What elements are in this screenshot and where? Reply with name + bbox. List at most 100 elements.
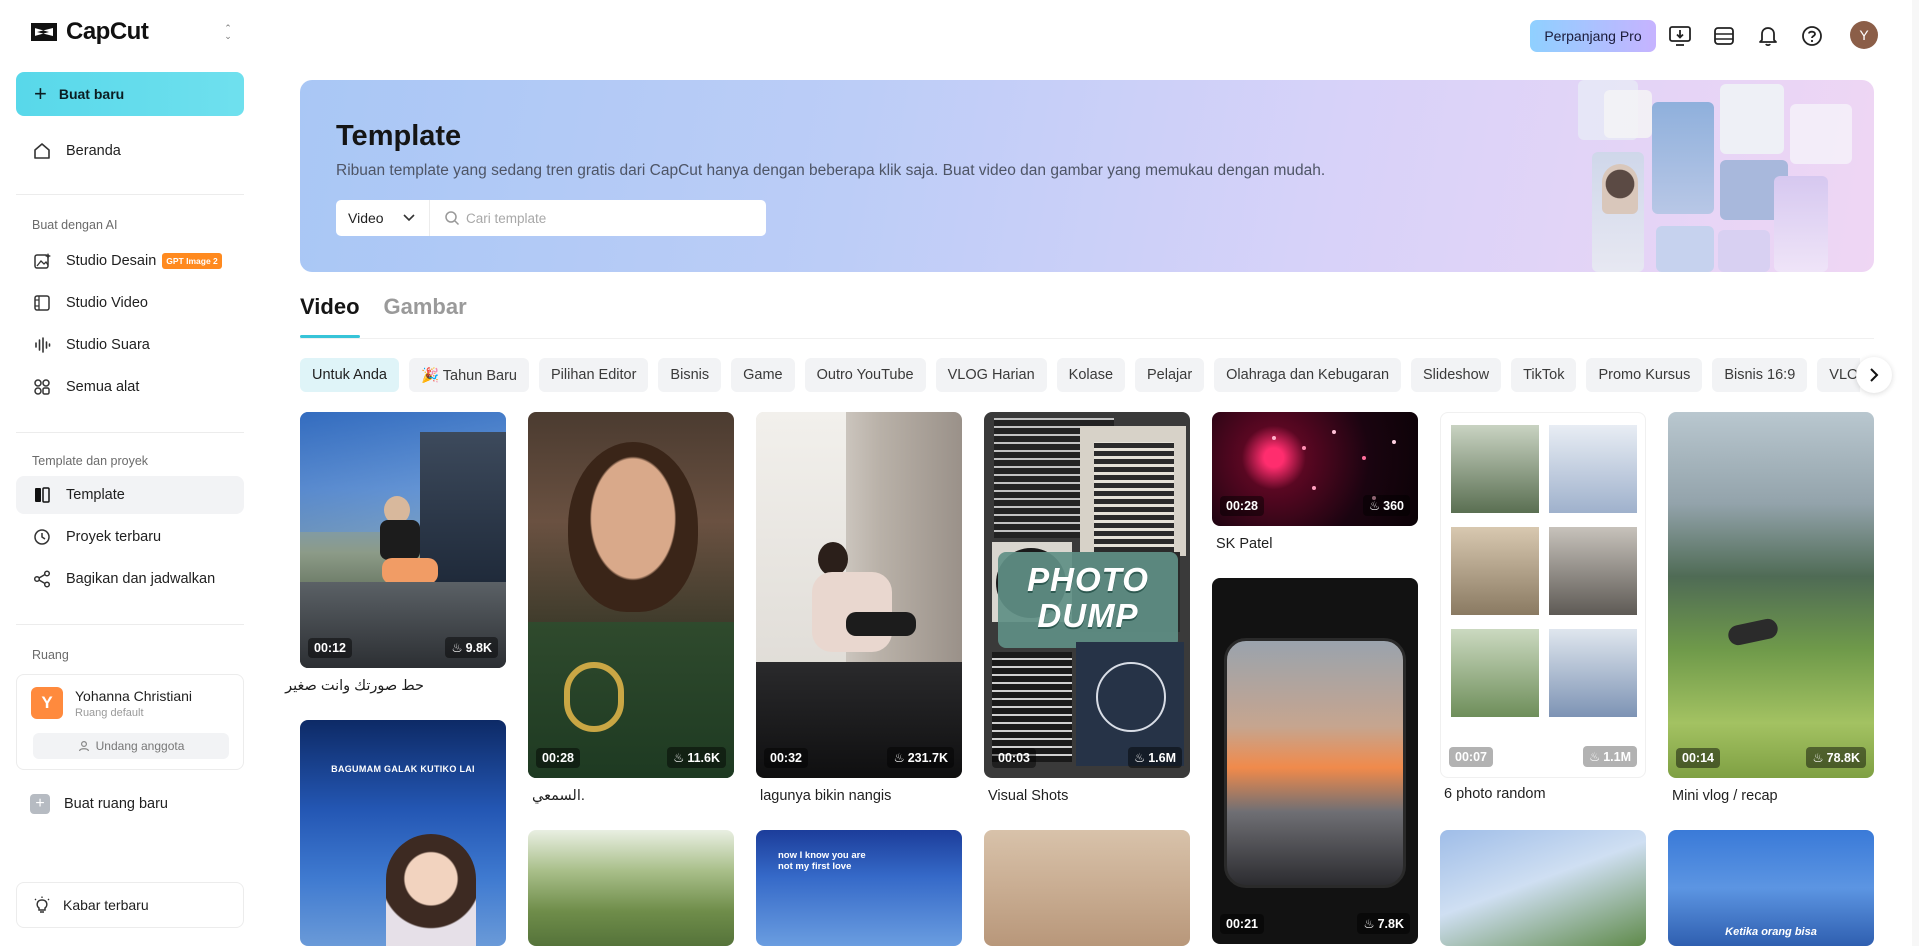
- storage-icon[interactable]: [1710, 22, 1738, 50]
- chip-youtube-outro[interactable]: Outro YouTube: [804, 358, 926, 392]
- template-card[interactable]: Ketika orang bisa: [1668, 830, 1874, 946]
- sidebar-item-audio-studio[interactable]: Studio Suara: [16, 326, 244, 364]
- sidebar: CapCut ⌃ ⌄ + Buat baru Beranda Buat denga…: [0, 0, 260, 946]
- sidebar-item-template[interactable]: Template: [16, 476, 244, 514]
- space-name: Yohanna Christiani: [75, 688, 193, 704]
- chip-vlog[interactable]: VLOG: [1817, 358, 1860, 392]
- renew-pro-button[interactable]: Perpanjang Pro: [1530, 20, 1656, 52]
- chip-student[interactable]: Pelajar: [1135, 358, 1205, 392]
- template-title: SK Patel: [1216, 536, 1273, 552]
- template-card[interactable]: 00:14 ♨ 78.8K Mini vlog / recap: [1668, 412, 1874, 806]
- tab-video[interactable]: Video: [300, 294, 360, 338]
- share-icon: [32, 569, 52, 589]
- chip-business-16-9[interactable]: Bisnis 16:9: [1712, 358, 1808, 392]
- usage-count: 231.7K: [907, 750, 948, 765]
- template-card[interactable]: now I know you are not my first love: [756, 830, 962, 946]
- template-thumbnail: [1440, 830, 1646, 946]
- projects-section-label: Template dan proyek: [32, 454, 149, 468]
- brand-name: CapCut: [66, 18, 149, 45]
- usage-count-badge: ♨ 360: [1362, 495, 1410, 516]
- create-space-button[interactable]: + Buat ruang baru: [30, 794, 168, 814]
- template-title: Mini vlog / recap: [1672, 788, 1778, 804]
- sidebar-item-label: Studio Suara: [66, 337, 150, 353]
- template-card[interactable]: 00:07 ♨ 1.1M 6 photo random: [1440, 412, 1646, 806]
- bell-icon[interactable]: [1754, 22, 1782, 50]
- sidebar-item-label: Semua alat: [66, 379, 140, 395]
- sidebar-divider: [16, 194, 244, 195]
- media-type-select[interactable]: Video: [336, 200, 430, 236]
- create-new-label: Buat baru: [58, 86, 125, 102]
- audio-wave-icon: [32, 335, 52, 355]
- usage-count: 7.8K: [1377, 916, 1404, 931]
- duration-badge: 00:14: [1676, 748, 1720, 768]
- media-type-value: Video: [348, 210, 384, 226]
- thumbnail-text: BAGUMAM GALAK KUTIKO LAI: [331, 764, 475, 774]
- sidebar-item-video-studio[interactable]: Studio Video: [16, 284, 244, 322]
- template-search-bar: Video: [336, 200, 766, 236]
- template-thumbnail: BAGUMAM GALAK KUTIKO LAI: [300, 720, 506, 946]
- duration-badge: 00:07: [1449, 747, 1493, 767]
- thumbnail-text: Ketika orang bisa: [1725, 926, 1817, 938]
- usage-count: 1.1M: [1603, 749, 1631, 764]
- invite-member-button[interactable]: Undang anggota: [33, 733, 229, 759]
- template-card[interactable]: 00:21 ♨ 7.8K: [1212, 578, 1418, 946]
- chip-course-promo[interactable]: Promo Kursus: [1586, 358, 1703, 392]
- chip-collage[interactable]: Kolase: [1056, 358, 1126, 392]
- chip-business[interactable]: Bisnis: [658, 358, 722, 392]
- thumbnail-text: PHOTO DUMP: [1027, 561, 1149, 634]
- space-card[interactable]: Y Yohanna Christiani Ruang default Undan…: [16, 674, 244, 770]
- home-icon: [32, 141, 52, 161]
- template-thumbnail: 00:12 ♨ 9.8K: [300, 412, 506, 668]
- page-subtitle: Ribuan template yang sedang tren gratis …: [336, 162, 1326, 179]
- user-avatar[interactable]: Y: [1850, 21, 1878, 49]
- duration-badge: 00:12: [308, 638, 352, 658]
- template-thumbnail: 00:32 ♨ 231.7K: [756, 412, 962, 778]
- desktop-download-icon[interactable]: [1666, 22, 1694, 50]
- chip-daily-vlog[interactable]: VLOG Harian: [935, 358, 1047, 392]
- chip-slideshow[interactable]: Slideshow: [1411, 358, 1502, 392]
- plus-square-icon: +: [30, 794, 50, 814]
- duration-badge: 00:03: [992, 748, 1036, 768]
- template-card[interactable]: [1440, 830, 1646, 946]
- chip-sports-fitness[interactable]: Olahraga dan Kebugaran: [1214, 358, 1402, 392]
- news-button[interactable]: Kabar terbaru: [16, 882, 244, 928]
- template-card[interactable]: 00:32 ♨ 231.7K lagunya bikin nangis: [756, 412, 962, 806]
- workspace-switch-icon[interactable]: ⌃ ⌄: [220, 22, 236, 42]
- template-card[interactable]: PHOTO DUMP 00:03 ♨ 1.6M Visual Shots: [984, 412, 1190, 806]
- template-search-input[interactable]: [430, 200, 766, 236]
- template-card[interactable]: 00:28 ♨ 11.6K السمعي.: [528, 412, 734, 806]
- invite-member-label: Undang anggota: [95, 739, 185, 753]
- tab-image[interactable]: Gambar: [384, 294, 467, 338]
- chip-game[interactable]: Game: [731, 358, 795, 392]
- chip-editors-pick[interactable]: Pilihan Editor: [538, 358, 649, 392]
- sidebar-item-home[interactable]: Beranda: [16, 132, 244, 170]
- template-thumbnail: PHOTO DUMP 00:03 ♨ 1.6M: [984, 412, 1190, 778]
- sidebar-item-recent-projects[interactable]: Proyek terbaru: [16, 518, 244, 556]
- usage-count-badge: ♨ 231.7K: [887, 747, 954, 768]
- page-scrollbar[interactable]: [1912, 0, 1919, 946]
- template-card[interactable]: 00:28 ♨ 360 SK Patel: [1212, 412, 1418, 562]
- template-card[interactable]: 00:12 ♨ 9.8K حط صورتك وانت صغير: [285, 412, 506, 702]
- space-avatar: Y: [31, 687, 63, 719]
- template-thumbnail: [984, 830, 1190, 946]
- chip-new-year[interactable]: 🎉 Tahun Baru: [408, 358, 529, 392]
- template-thumbnail: [528, 830, 734, 946]
- sidebar-item-label: Studio Video: [66, 295, 148, 311]
- sidebar-item-share-schedule[interactable]: Bagikan dan jadwalkan: [16, 560, 244, 598]
- sidebar-item-all-tools[interactable]: Semua alat: [16, 368, 244, 406]
- template-card[interactable]: BAGUMAM GALAK KUTIKO LAI: [300, 720, 506, 946]
- capcut-logo[interactable]: CapCut: [28, 18, 149, 46]
- create-new-button[interactable]: + Buat baru: [16, 72, 244, 116]
- chip-tiktok[interactable]: TikTok: [1511, 358, 1577, 392]
- space-subtitle: Ruang default: [75, 707, 144, 719]
- template-title: حط صورتك وانت صغير: [285, 678, 424, 694]
- template-card[interactable]: [528, 830, 734, 946]
- sidebar-item-label: Studio Desain: [66, 253, 157, 269]
- sidebar-item-design-studio[interactable]: Studio Desain GPT Image 2: [16, 242, 244, 280]
- usage-count: 78.8K: [1826, 750, 1860, 765]
- chips-next-button[interactable]: [1856, 357, 1892, 393]
- help-icon[interactable]: [1798, 22, 1826, 50]
- chip-for-you[interactable]: Untuk Anda: [300, 358, 399, 392]
- template-card[interactable]: [984, 830, 1190, 946]
- fire-icon: ♨: [1588, 750, 1601, 764]
